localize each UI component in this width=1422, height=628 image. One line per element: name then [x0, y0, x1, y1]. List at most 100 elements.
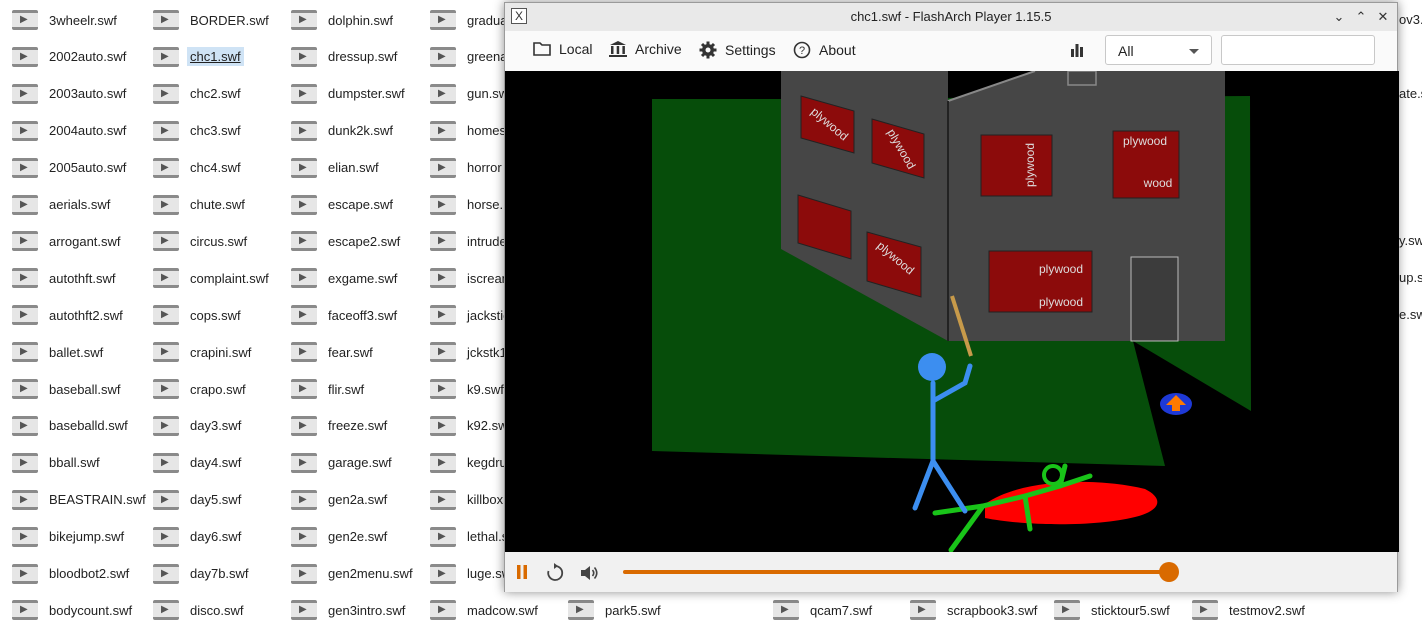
file-item[interactable]: bloodbot2.swf	[0, 560, 132, 588]
file-name-truncated[interactable]: up.sv	[1399, 270, 1422, 285]
file-item[interactable]: autothft2.swf	[0, 301, 126, 329]
seek-bar[interactable]	[623, 570, 1169, 574]
file-item[interactable]: autothft.swf	[0, 264, 118, 292]
file-item[interactable]: lethal.s	[418, 523, 511, 551]
file-item[interactable]: baseball.swf	[0, 375, 124, 403]
file-item[interactable]: madcow.swf	[418, 596, 541, 624]
file-item[interactable]: escape.swf	[279, 191, 396, 219]
file-item[interactable]: day4.swf	[141, 449, 244, 477]
file-name-truncated[interactable]: ov3.	[1399, 12, 1422, 27]
statistics-icon[interactable]	[1070, 43, 1084, 57]
file-item[interactable]: day7b.swf	[141, 560, 252, 588]
file-item[interactable]: day3.swf	[141, 412, 244, 440]
file-item[interactable]: park5.swf	[556, 596, 664, 624]
file-item[interactable]: dolphin.swf	[279, 6, 396, 34]
about-button[interactable]: ? About	[793, 41, 856, 59]
file-item[interactable]: garage.swf	[279, 449, 395, 477]
title-bar[interactable]: X chc1.swf - FlashArch Player 1.15.5 ⌄ ⌃…	[505, 3, 1397, 32]
file-item[interactable]: arrogant.swf	[0, 227, 124, 255]
minimize-icon[interactable]: ⌄	[1329, 7, 1349, 27]
filter-dropdown[interactable]: All	[1105, 35, 1212, 65]
file-item[interactable]: jackstic	[418, 301, 513, 329]
file-item[interactable]: 2003auto.swf	[0, 80, 129, 108]
file-item[interactable]: chc3.swf	[141, 117, 244, 145]
file-item[interactable]: dressup.swf	[279, 43, 400, 71]
file-item[interactable]: dunk2k.swf	[279, 117, 396, 145]
pause-icon[interactable]	[515, 564, 529, 580]
maximize-icon[interactable]: ⌃	[1351, 7, 1371, 27]
file-item[interactable]: chc4.swf	[141, 154, 244, 182]
file-item[interactable]: disco.swf	[141, 596, 246, 624]
file-item[interactable]: jckstk1	[418, 338, 510, 366]
flash-stage[interactable]: plywood plywood plywood plywood wood ply…	[505, 71, 1399, 552]
search-input[interactable]	[1221, 35, 1375, 65]
file-item[interactable]: exgame.swf	[279, 264, 400, 292]
file-item[interactable]: chute.swf	[141, 191, 248, 219]
file-item[interactable]: gun.swf	[418, 80, 515, 108]
file-name: madcow.swf	[467, 602, 538, 618]
file-item[interactable]: gen3intro.swf	[279, 596, 408, 624]
file-item[interactable]: bikejump.swf	[0, 523, 127, 551]
file-item[interactable]: circus.swf	[141, 227, 250, 255]
file-item[interactable]: BEASTRAIN.swf	[0, 486, 149, 514]
file-item[interactable]: faceoff3.swf	[279, 301, 400, 329]
file-item[interactable]: killbox	[418, 486, 506, 514]
file-item[interactable]: gen2menu.swf	[279, 560, 416, 588]
file-name: horror	[467, 160, 502, 176]
close-icon[interactable]: ✕	[1373, 7, 1393, 27]
file-item[interactable]: sticktour5.swf	[1042, 596, 1173, 624]
file-item[interactable]: chc2.swf	[141, 80, 244, 108]
file-item[interactable]: baseballd.swf	[0, 412, 131, 440]
file-item[interactable]: day6.swf	[141, 523, 244, 551]
file-item[interactable]: crapini.swf	[141, 338, 254, 366]
file-item[interactable]: dumpster.swf	[279, 80, 408, 108]
local-button[interactable]: Local	[533, 41, 592, 57]
file-item[interactable]: homes	[418, 117, 509, 145]
file-item[interactable]: kegdru	[418, 449, 510, 477]
file-item[interactable]: gen2a.swf	[279, 486, 390, 514]
file-item[interactable]: fear.swf	[279, 338, 376, 366]
file-item[interactable]: elian.swf	[279, 154, 382, 182]
file-item[interactable]: cops.swf	[141, 301, 244, 329]
file-item[interactable]: ballet.swf	[0, 338, 106, 366]
file-item[interactable]: crapo.swf	[141, 375, 249, 403]
file-item[interactable]: bball.swf	[0, 449, 103, 477]
file-item[interactable]: complaint.swf	[141, 264, 272, 292]
video-file-icon	[291, 452, 317, 473]
file-item[interactable]: 2002auto.swf	[0, 43, 129, 71]
file-item[interactable]: k92.swf	[418, 412, 514, 440]
file-name: gen2menu.swf	[328, 566, 413, 581]
settings-button[interactable]: Settings	[699, 41, 776, 59]
file-item[interactable]: horror	[418, 154, 505, 182]
file-item[interactable]: luge.sw	[418, 560, 514, 588]
file-item[interactable]: day5.swf	[141, 486, 244, 514]
file-name: garage.swf	[328, 455, 392, 471]
file-name-truncated[interactable]: y.sw	[1399, 233, 1422, 248]
file-item[interactable]: greena	[418, 43, 510, 71]
file-item[interactable]: aerials.swf	[0, 191, 113, 219]
file-item[interactable]: 3wheelr.swf	[0, 6, 120, 34]
file-item[interactable]: iscream	[418, 264, 516, 292]
file-item[interactable]: intrude	[418, 227, 510, 255]
file-item[interactable]: 2004auto.swf	[0, 117, 129, 145]
file-item[interactable]: flir.swf	[279, 375, 367, 403]
replay-icon[interactable]	[545, 563, 565, 583]
file-name-truncated[interactable]: ate.s	[1399, 86, 1422, 101]
file-item[interactable]: horse.	[418, 191, 506, 219]
file-item[interactable]: escape2.swf	[279, 227, 403, 255]
seek-handle[interactable]	[1159, 562, 1179, 582]
file-item[interactable]: scrapbook3.swf	[898, 596, 1040, 624]
file-item[interactable]: testmov2.swf	[1180, 596, 1308, 624]
volume-icon[interactable]	[579, 563, 599, 583]
file-item[interactable]: gradua	[418, 6, 510, 34]
archive-button[interactable]: Archive	[609, 41, 682, 57]
file-item[interactable]: bodycount.swf	[0, 596, 135, 624]
file-item[interactable]: k9.swf	[418, 375, 507, 403]
file-item[interactable]: freeze.swf	[279, 412, 390, 440]
file-item[interactable]: qcam7.swf	[761, 596, 875, 624]
file-item[interactable]: gen2e.swf	[279, 523, 390, 551]
file-item[interactable]: chc1.swf	[141, 43, 244, 71]
file-item[interactable]: BORDER.swf	[141, 6, 272, 34]
file-name-truncated[interactable]: e.sw	[1399, 307, 1422, 322]
file-item[interactable]: 2005auto.swf	[0, 154, 129, 182]
